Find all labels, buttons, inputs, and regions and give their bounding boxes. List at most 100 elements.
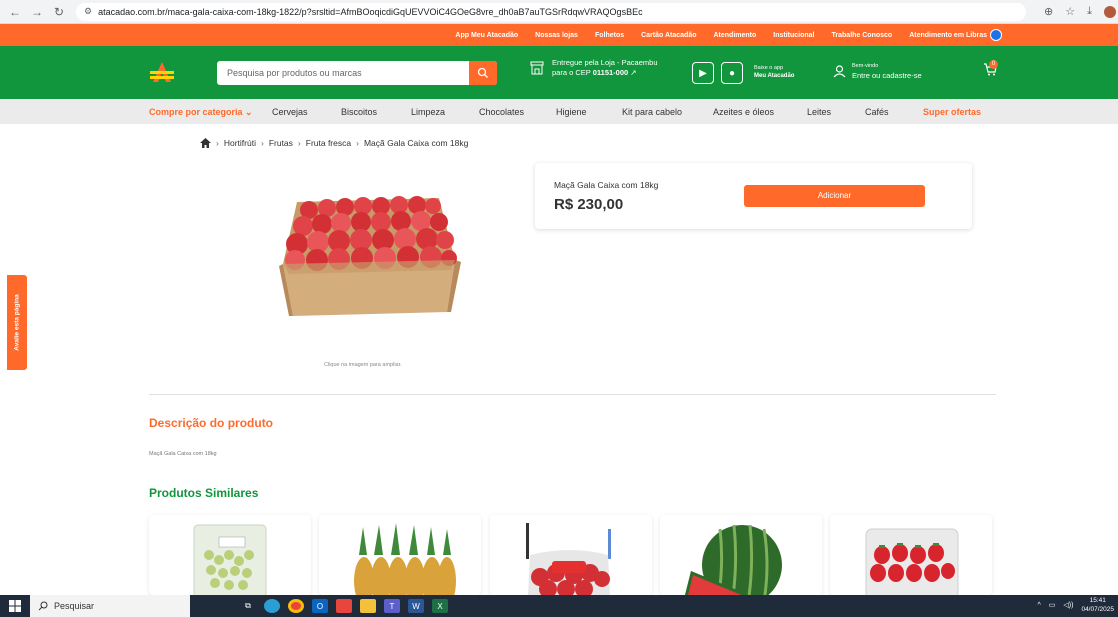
breadcrumb-separator: › <box>260 138 264 148</box>
delivery-selector[interactable]: Entregue pela Loja - Pacaembu para o CEP… <box>530 58 658 78</box>
search-icon <box>38 601 48 611</box>
apple-icon: ● <box>728 67 736 79</box>
delivery-cep: 01151-000 <box>592 68 629 77</box>
bookmark-star-icon[interactable]: ☆ <box>1065 5 1075 18</box>
address-bar[interactable]: ⚙ atacadao.com.br/maca-gala-caixa-com-18… <box>76 2 1026 21</box>
top-link-trabalhe[interactable]: Trabalhe Conosco <box>832 32 893 39</box>
forward-icon[interactable]: → <box>30 5 44 19</box>
start-button[interactable] <box>0 600 30 612</box>
breadcrumb-frutas[interactable]: Frutas <box>269 138 293 148</box>
windows-icon <box>9 600 21 612</box>
libras-icon <box>990 29 1002 41</box>
similar-product-card[interactable] <box>830 515 992 595</box>
taskbar-search-label: Pesquisar <box>54 601 95 611</box>
chevron-down-icon: ⌄ <box>245 107 253 117</box>
chrome-icon[interactable] <box>288 599 304 613</box>
similar-products-title: Produtos Similares <box>149 486 259 500</box>
add-to-cart-button[interactable]: Adicionar <box>744 185 925 207</box>
taskbar-search[interactable]: Pesquisar <box>30 595 190 617</box>
edit-icon: ↗ <box>630 68 637 77</box>
category-biscoitos[interactable]: Biscoitos <box>341 107 377 117</box>
network-icon[interactable]: ▭ <box>1049 601 1056 609</box>
breadcrumb-separator: › <box>297 138 301 148</box>
search-input[interactable] <box>217 68 469 78</box>
category-cafes[interactable]: Cafés <box>865 107 889 117</box>
cart-count-badge: 0 <box>989 60 998 69</box>
category-menu-toggle[interactable]: Compre por categoria ⌄ <box>149 107 253 118</box>
top-link-app[interactable]: App Meu Atacadão <box>455 32 518 39</box>
category-chocolates[interactable]: Chocolates <box>479 107 524 117</box>
download-icon[interactable]: ⤓ <box>1087 5 1092 18</box>
top-link-folhetos[interactable]: Folhetos <box>595 32 624 39</box>
top-links-bar: App Meu Atacadão Nossas lojas Folhetos C… <box>0 24 1118 46</box>
category-bar: Compre por categoria ⌄ Cervejas Biscoito… <box>0 99 1118 124</box>
reload-icon[interactable]: ↻ <box>52 5 66 19</box>
breadcrumb-fruta-fresca[interactable]: Fruta fresca <box>306 138 351 148</box>
category-azeites[interactable]: Azeites e óleos <box>713 107 774 117</box>
similar-product-card[interactable] <box>490 515 652 595</box>
tray-chevron-icon[interactable]: ^ <box>1037 602 1040 609</box>
top-link-libras[interactable]: Atendimento em Libras <box>909 29 1002 41</box>
back-icon[interactable]: ← <box>8 5 22 19</box>
login-greeting: Bem-vindo <box>852 63 879 69</box>
top-link-atendimento[interactable]: Atendimento <box>714 32 757 39</box>
breadcrumb-current: Maçã Gala Caixa com 18kg <box>363 138 469 148</box>
feedback-tab[interactable]: Avalie esta página <box>7 275 27 370</box>
app-icon[interactable] <box>336 599 352 613</box>
taskbar-apps: ⧉ O T W X <box>240 599 448 613</box>
top-link-cartao[interactable]: Cartão Atacadão <box>641 32 696 39</box>
similar-product-card[interactable] <box>319 515 481 595</box>
url-text: atacadao.com.br/maca-gala-caixa-com-18kg… <box>98 6 643 17</box>
zoom-hint: Clique na imagem para ampliar. <box>324 362 402 368</box>
search-bar <box>217 61 497 85</box>
browser-actions: ⊕ ☆ ⤓ <box>1044 5 1116 18</box>
atacadao-logo[interactable] <box>149 60 175 84</box>
similar-product-card[interactable] <box>660 515 822 595</box>
file-explorer-icon[interactable] <box>360 599 376 613</box>
excel-icon[interactable]: X <box>432 599 448 613</box>
category-menu-label: Compre por categoria <box>149 107 243 117</box>
system-tray: ^ ▭ ◁)) 15:41 04/07/2025 <box>1037 596 1114 614</box>
product-name: Maçã Gala Caixa com 18kg <box>554 180 659 190</box>
product-image[interactable] <box>275 182 461 318</box>
breadcrumb-hortifruti[interactable]: Hortifrúti <box>224 138 256 148</box>
category-cervejas[interactable]: Cervejas <box>272 107 308 117</box>
cart-button[interactable]: 0 <box>983 60 998 81</box>
word-icon[interactable]: W <box>408 599 424 613</box>
teams-icon[interactable]: T <box>384 599 400 613</box>
watermelon-image <box>684 524 782 595</box>
edge-icon[interactable] <box>264 599 280 613</box>
browser-toolbar: ← → ↻ ⚙ atacadao.com.br/maca-gala-caixa-… <box>0 0 1118 24</box>
volume-icon[interactable]: ◁)) <box>1063 601 1073 609</box>
price-card: Maçã Gala Caixa com 18kg R$ 230,00 Adici… <box>535 163 972 229</box>
translate-icon[interactable]: ⊕ <box>1044 5 1053 18</box>
main-header: Entregue pela Loja - Pacaembu para o CEP… <box>0 46 1118 99</box>
strawberries-image <box>865 528 959 595</box>
outlook-icon[interactable]: O <box>312 599 328 613</box>
site-info-icon[interactable]: ⚙ <box>84 6 92 17</box>
home-icon[interactable] <box>200 138 211 148</box>
search-button[interactable] <box>469 61 497 85</box>
category-limpeza[interactable]: Limpeza <box>411 107 445 117</box>
category-leites[interactable]: Leites <box>807 107 831 117</box>
google-play-button[interactable]: ▶ <box>692 62 714 84</box>
category-super-ofertas[interactable]: Super ofertas <box>923 107 981 117</box>
app-line2: Meu Atacadão <box>754 73 795 79</box>
task-view-icon[interactable]: ⧉ <box>240 599 256 613</box>
clock-date: 04/07/2025 <box>1081 606 1114 613</box>
delivery-prefix: para o CEP <box>552 68 591 77</box>
app-download-text: Baixe o app Meu Atacadão <box>754 64 794 80</box>
feedback-tab-label: Avalie esta página <box>13 294 21 351</box>
similar-product-card[interactable] <box>149 515 311 595</box>
description-text: Maçã Gala Caixa com 18kg <box>149 451 217 457</box>
category-kit-cabelo[interactable]: Kit para cabelo <box>622 107 682 117</box>
profile-avatar[interactable] <box>1103 5 1116 18</box>
category-higiene[interactable]: Higiene <box>556 107 587 117</box>
app-store-button[interactable]: ● <box>721 62 743 84</box>
clock[interactable]: 15:41 04/07/2025 <box>1081 596 1114 614</box>
app-line1: Baixe o app <box>754 65 784 71</box>
login-link[interactable]: Bem-vindo Entre ou cadastre-se <box>833 62 922 80</box>
breadcrumb: › Hortifrúti › Frutas › Fruta fresca › M… <box>200 138 468 148</box>
top-link-institucional[interactable]: Institucional <box>773 32 814 39</box>
top-link-lojas[interactable]: Nossas lojas <box>535 32 578 39</box>
